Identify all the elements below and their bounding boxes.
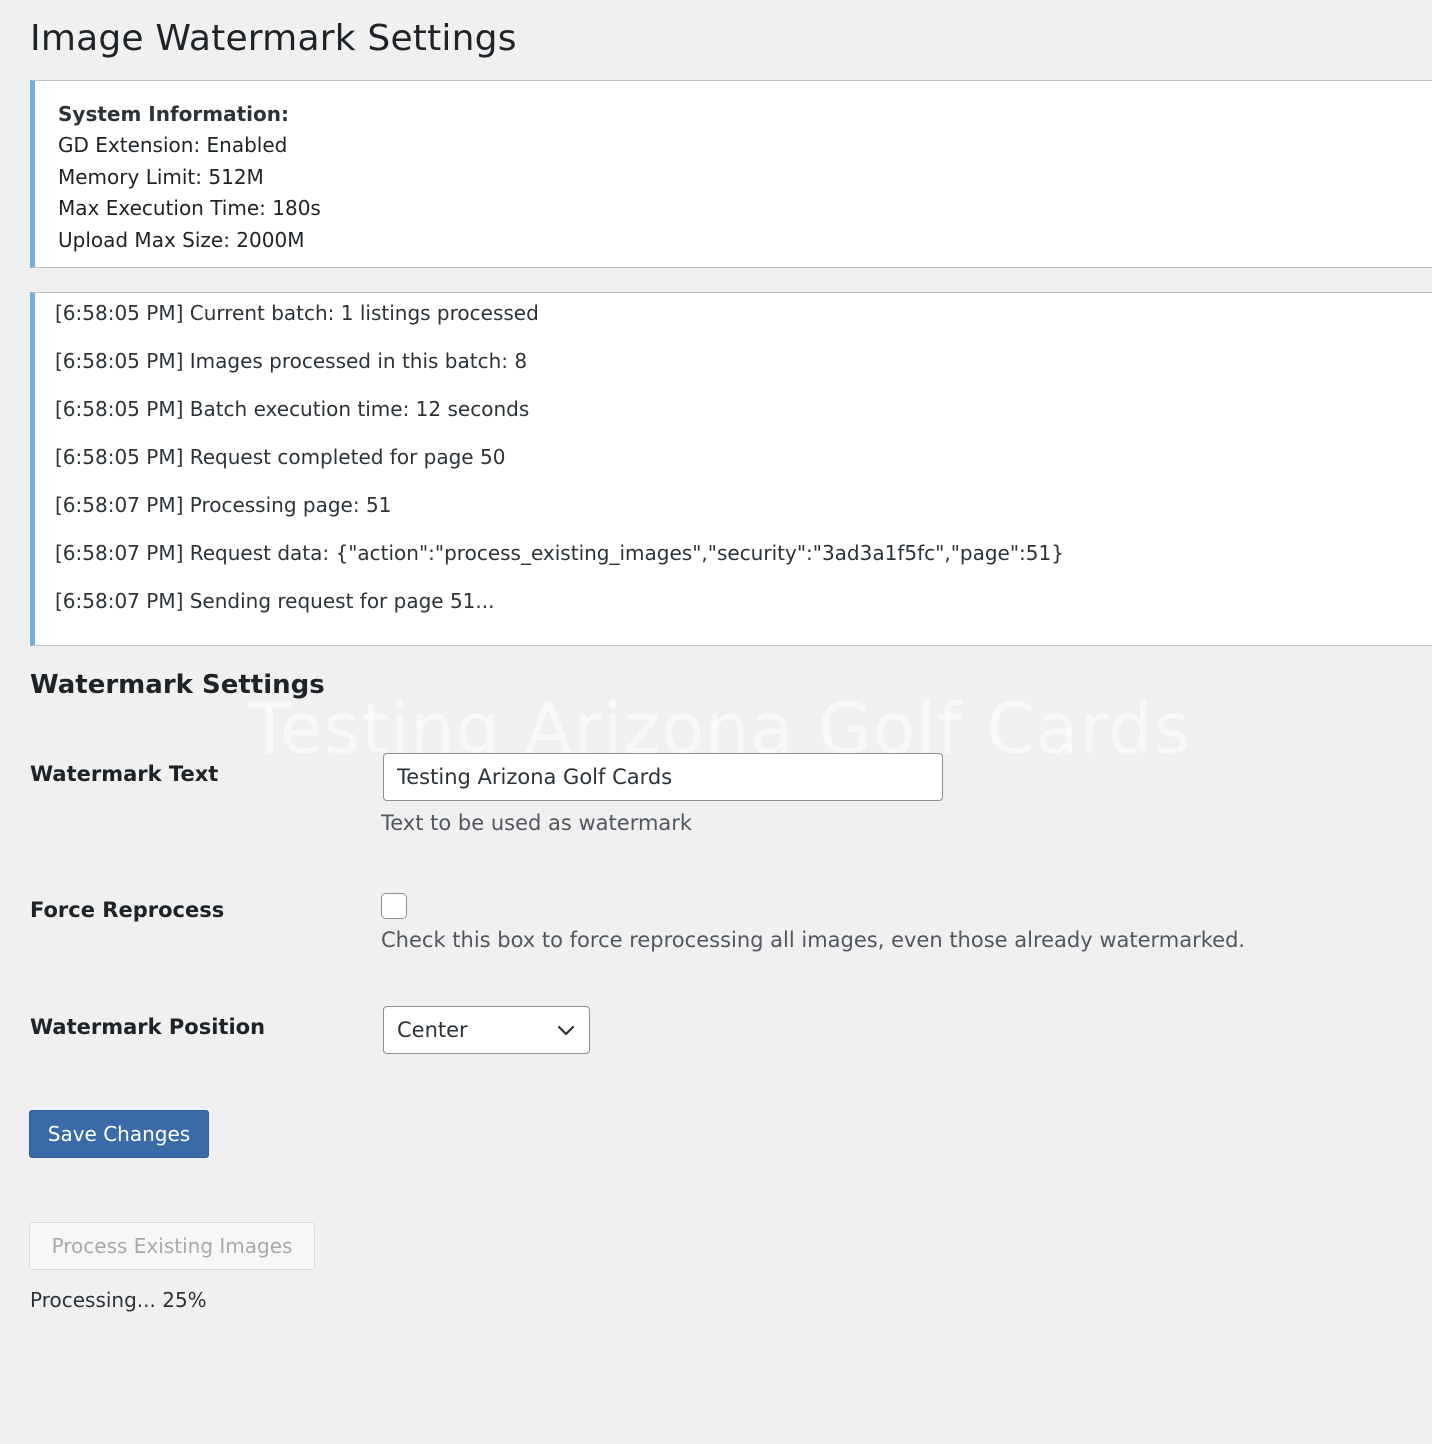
- chevron-down-icon: [557, 1025, 575, 1036]
- log-entry: [6:58:05 PM] Batch execution time: 12 se…: [55, 397, 530, 421]
- system-info-gd: GD Extension: Enabled: [58, 133, 288, 158]
- force-reprocess-description: Check this box to force reprocessing all…: [381, 928, 1246, 952]
- system-info-exec-time: Max Execution Time: 180s: [58, 196, 321, 221]
- log-entry: [6:58:05 PM] Current batch: 1 listings p…: [55, 301, 539, 325]
- watermark-text-description: Text to be used as watermark: [381, 811, 693, 835]
- save-changes-button[interactable]: Save Changes: [29, 1110, 209, 1158]
- processing-log: [6:58:05 PM] Current batch: 1 listings p…: [30, 292, 1432, 646]
- force-reprocess-checkbox[interactable]: [381, 893, 407, 919]
- system-info-upload: Upload Max Size: 2000M: [58, 227, 305, 252]
- watermark-position-select[interactable]: Center: [383, 1006, 590, 1054]
- log-entry: [6:58:07 PM] Sending request for page 51…: [55, 589, 495, 613]
- log-entry: [6:58:05 PM] Request completed for page …: [55, 445, 506, 469]
- watermark-text-input[interactable]: [383, 753, 943, 801]
- system-info-memory: Memory Limit: 512M: [58, 164, 264, 189]
- page-title: Image Watermark Settings: [30, 18, 517, 59]
- log-entry: [6:58:07 PM] Processing page: 51: [55, 493, 392, 517]
- system-info-heading: System Information:: [58, 102, 289, 126]
- progress-status: Processing... 25%: [30, 1288, 207, 1312]
- watermark-position-label: Watermark Position: [30, 1015, 266, 1039]
- section-title: Watermark Settings: [30, 670, 325, 700]
- log-entry: [6:58:05 PM] Images processed in this ba…: [55, 349, 528, 373]
- force-reprocess-label: Force Reprocess: [30, 898, 225, 922]
- process-existing-images-button[interactable]: Process Existing Images: [29, 1222, 315, 1270]
- log-entry: [6:58:07 PM] Request data: {"action":"pr…: [55, 541, 1064, 565]
- watermark-position-value: Center: [397, 1018, 468, 1042]
- watermark-text-label: Watermark Text: [30, 762, 219, 786]
- system-info-notice: System Information: GD Extension: Enable…: [30, 80, 1432, 268]
